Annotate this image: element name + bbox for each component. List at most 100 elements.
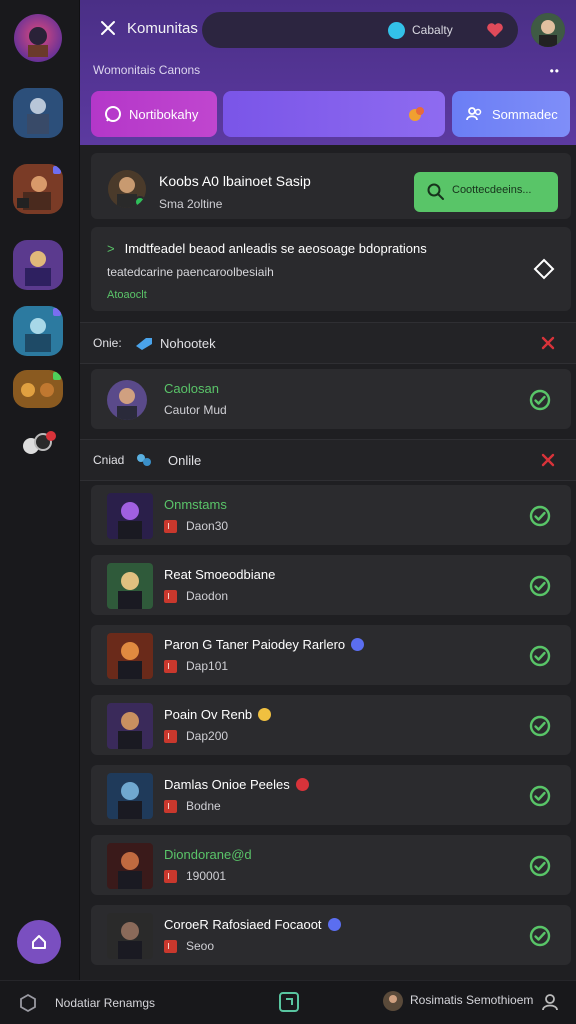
profile-card: Koobs A0 lbainoet Sasip Sma 2oltine Coot… [91,153,571,219]
server-avatar[interactable] [14,14,62,62]
content-panel: Koobs A0 lbainoet Sasip Sma 2oltine Coot… [80,145,576,980]
member-sub: Seoo [186,939,215,953]
notice-title: Imdtfeadel beaod anleadis se aeosoage bd… [124,241,427,256]
diamond-icon[interactable] [532,257,556,281]
check-circle-icon[interactable] [529,389,551,411]
section-label: Onie: [93,336,122,350]
server-icon[interactable] [13,240,63,290]
member-name: Poain Ov Renb [164,707,253,722]
check-circle-icon[interactable] [529,715,551,737]
member-thumbnail [107,913,153,959]
server-rail [0,0,80,980]
bottom-right-label[interactable]: Rosimatis Semothioem [410,993,533,1007]
member-thumbnail [107,843,153,889]
close-icon[interactable] [540,335,556,351]
sticker-icon [409,107,424,121]
users-icon [466,107,482,121]
tag-icon [136,338,152,350]
bottom-left-label[interactable]: Nodatiar Renamgs [55,996,155,1010]
member-row[interactable]: Damlas Onioe Peeles Bodne [91,765,571,825]
verified-badge-icon [327,918,341,931]
friend-sub: Cautor Mud [164,403,227,417]
member-name: CoroeR Rafosiaed Focaoot [164,917,322,932]
app-root: Komunitas Cabalty Womonitais Canons •• N… [0,0,576,1024]
server-icon[interactable] [13,88,63,138]
close-icon[interactable] [98,18,118,38]
user-avatar[interactable] [531,13,565,47]
member-thumbnail [107,703,153,749]
search-icon [427,183,444,200]
profile-status: Sma 2oltine [159,197,223,211]
verified-badge-icon [295,778,309,791]
level-icon [164,729,177,743]
level-icon [164,519,177,533]
notice-link[interactable]: Atoaoclt [107,289,147,301]
section-header: Cniad Onlile [80,439,576,481]
server-icon[interactable] [13,370,63,408]
avatar[interactable] [382,990,404,1012]
chat-icon [105,106,121,122]
notice-body: teatedcarine paencaroolbesiaih [107,265,274,279]
tab-notifications[interactable]: Nortibokahy [91,91,217,137]
member-sub: Daon30 [186,519,229,533]
chevron-right-icon: > [107,241,115,256]
member-sub: Dap200 [186,729,229,743]
level-icon [164,869,177,883]
member-row[interactable]: Diondorane@d 190001 [91,835,571,895]
tab-featured[interactable] [223,91,445,137]
member-row[interactable]: CoroeR Rafosiaed Focaoot Seoo [91,905,571,965]
user-icon[interactable] [540,992,560,1012]
home-button[interactable] [17,920,61,964]
member-name: Reat Smoeodbiane [164,567,276,582]
member-name: Damlas Onioe Peeles [164,777,290,792]
member-row[interactable]: Onmstams Daon30 [91,485,571,545]
more-options-icon[interactable]: •• [550,64,560,78]
section-name: Nohootek [160,336,216,351]
notice-card: > Imdtfeadel beaod anleadis se aeosoage b… [91,227,571,311]
member-thumbnail [107,563,153,609]
level-icon [164,939,177,953]
verified-badge-icon [258,708,272,721]
check-circle-icon[interactable] [529,785,551,807]
search-label: Cabalty [412,23,453,37]
member-row[interactable]: Reat Smoeodbiane Daodon [91,555,571,615]
heart-icon[interactable] [486,21,504,39]
member-sub: Dap101 [186,659,229,673]
level-icon [164,799,177,813]
section-label: Cniad [93,453,125,467]
find-friends-button[interactable]: Coottecdeeins... [414,172,558,212]
profile-name: Koobs A0 lbainoet Sasip [159,173,311,189]
check-circle-icon[interactable] [529,505,551,527]
home-icon [32,935,46,949]
settings-icon[interactable] [18,993,38,1013]
member-name: Onmstams [164,497,227,512]
check-circle-icon[interactable] [529,925,551,947]
bottom-bar: Nodatiar Renamgs Rosimatis Semothioem [0,980,576,1024]
member-row[interactable]: Poain Ov Renb Dap200 [91,695,571,755]
tab-label: Sommadec [492,106,558,122]
check-circle-icon[interactable] [529,645,551,667]
server-icon[interactable] [13,306,63,356]
check-circle-icon[interactable] [529,855,551,877]
community-header: Komunitas Cabalty Womonitais Canons •• N… [80,0,576,145]
check-circle-icon[interactable] [529,575,551,597]
member-thumbnail [107,633,153,679]
puzzle-icon [137,454,151,466]
server-icon[interactable] [13,164,63,214]
chat-square-icon[interactable] [278,991,300,1013]
member-name: Paron G Taner Paiodey Rarlero [164,637,346,652]
section-header: Onie: Nohootek [80,322,576,364]
controller-icon[interactable] [13,426,63,462]
tab-members[interactable]: Sommadec [452,91,570,137]
member-row[interactable]: Paron G Taner Paiodey Rarlero Dap101 [91,625,571,685]
member-sub: 190001 [186,869,227,883]
level-icon [164,659,177,673]
member-sub: Daodon [186,589,229,603]
search-bar[interactable]: Cabalty [202,12,518,48]
friend-row[interactable]: Caolosan Cautor Mud [91,369,571,429]
profile-avatar[interactable] [108,170,146,208]
member-thumbnail [107,773,153,819]
member-sub: Bodne [186,799,221,813]
close-icon[interactable] [540,452,556,468]
status-dot-icon [388,22,405,39]
